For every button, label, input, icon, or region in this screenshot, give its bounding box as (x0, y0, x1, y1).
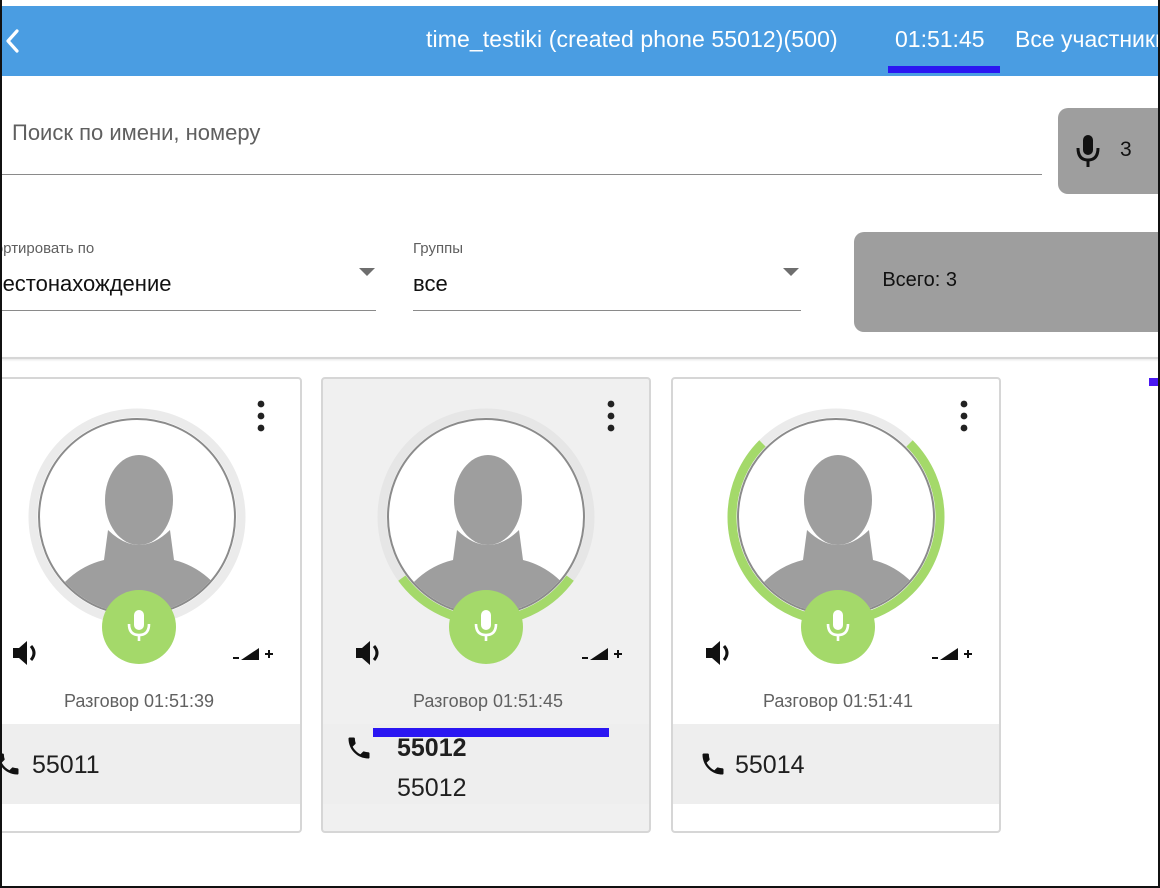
more-vert-icon[interactable] (957, 399, 971, 433)
sort-select[interactable]: Сортировать по Местонахождение (0, 240, 376, 320)
dropdown-arrow-icon (359, 268, 375, 276)
sort-value: Местонахождение (0, 271, 172, 296)
avatar (38, 418, 236, 616)
person-silhouette-icon (391, 455, 583, 614)
mic-toggle-button[interactable] (801, 590, 875, 664)
more-vert-icon[interactable] (604, 399, 618, 433)
phone-icon (702, 753, 724, 775)
speaker-icon[interactable] (353, 637, 385, 669)
groups-select[interactable]: Группы все (413, 240, 801, 320)
avatar (387, 418, 585, 616)
microphone-icon (1076, 135, 1100, 167)
chevron-left-icon (6, 29, 19, 53)
participant-card[interactable]: Разговор 01:51:39 55011 (2, 377, 302, 833)
sort-label: Сортировать по (2, 240, 95, 257)
speaker-icon[interactable] (10, 637, 42, 669)
top-strip (2, 0, 1158, 6)
participant-info: 55014 (673, 724, 999, 804)
search-field[interactable]: Поиск по имени, номеру (2, 78, 1042, 178)
back-button[interactable] (4, 24, 26, 58)
tab-conference-timer[interactable]: 01:51:45 (895, 26, 985, 53)
groups-label: Группы (413, 240, 463, 257)
microphone-icon (127, 610, 151, 641)
phone-icon (2, 753, 19, 775)
phone-icon (348, 737, 370, 759)
dropdown-arrow-icon (783, 268, 799, 276)
call-status: Разговор 01:51:41 (762, 691, 914, 711)
active-tab-indicator (888, 66, 1000, 73)
mic-toggle-button[interactable] (102, 590, 176, 664)
groups-underline (413, 310, 801, 311)
call-status: Разговор 01:51:39 (63, 691, 215, 711)
participant-number: 55014 (735, 751, 805, 779)
groups-value: все (413, 271, 448, 296)
participant-card[interactable]: Разговор 01:51:41 55014 (671, 377, 1001, 833)
search-underline (2, 174, 1042, 175)
participant-number: 55012 (397, 774, 467, 802)
app-frame: time_testiki (created phone 55012)(500) … (0, 0, 1160, 888)
section-divider (2, 357, 1158, 359)
microphone-icon (826, 610, 850, 641)
more-vert-icon[interactable] (254, 399, 268, 433)
tab-all-participants[interactable]: Все участники (1015, 26, 1158, 53)
sort-underline (2, 310, 376, 311)
mic-toggle-button[interactable] (449, 590, 523, 664)
scroll-indicator (1149, 378, 1158, 386)
volume-up-icon[interactable] (931, 641, 975, 667)
avatar (737, 418, 935, 616)
total-count: Всего: 3 (882, 269, 957, 291)
mute-all-button[interactable]: 3 (1058, 108, 1158, 194)
top-bar: time_testiki (created phone 55012)(500) … (2, 6, 1158, 76)
search-input[interactable]: Поиск по имени, номеру (12, 120, 260, 146)
person-silhouette-icon (741, 455, 933, 614)
participant-name: 55012 (397, 734, 467, 762)
participant-card[interactable]: Разговор 01:51:45 55012 55012 (321, 377, 651, 833)
active-speaker-indicator (373, 728, 609, 737)
volume-up-icon[interactable] (232, 641, 276, 667)
call-status: Разговор 01:51:45 (412, 691, 564, 711)
volume-up-icon[interactable] (581, 641, 625, 667)
speaker-icon[interactable] (703, 637, 735, 669)
active-mic-count: 3 (1120, 138, 1132, 161)
person-silhouette-icon (42, 455, 234, 614)
total-badge: Всего: 3 (854, 232, 1158, 332)
conference-title: time_testiki (created phone 55012)(500) (426, 26, 838, 52)
participant-info: 55011 (2, 724, 300, 804)
participant-number: 55011 (32, 751, 100, 779)
microphone-icon (474, 610, 498, 641)
